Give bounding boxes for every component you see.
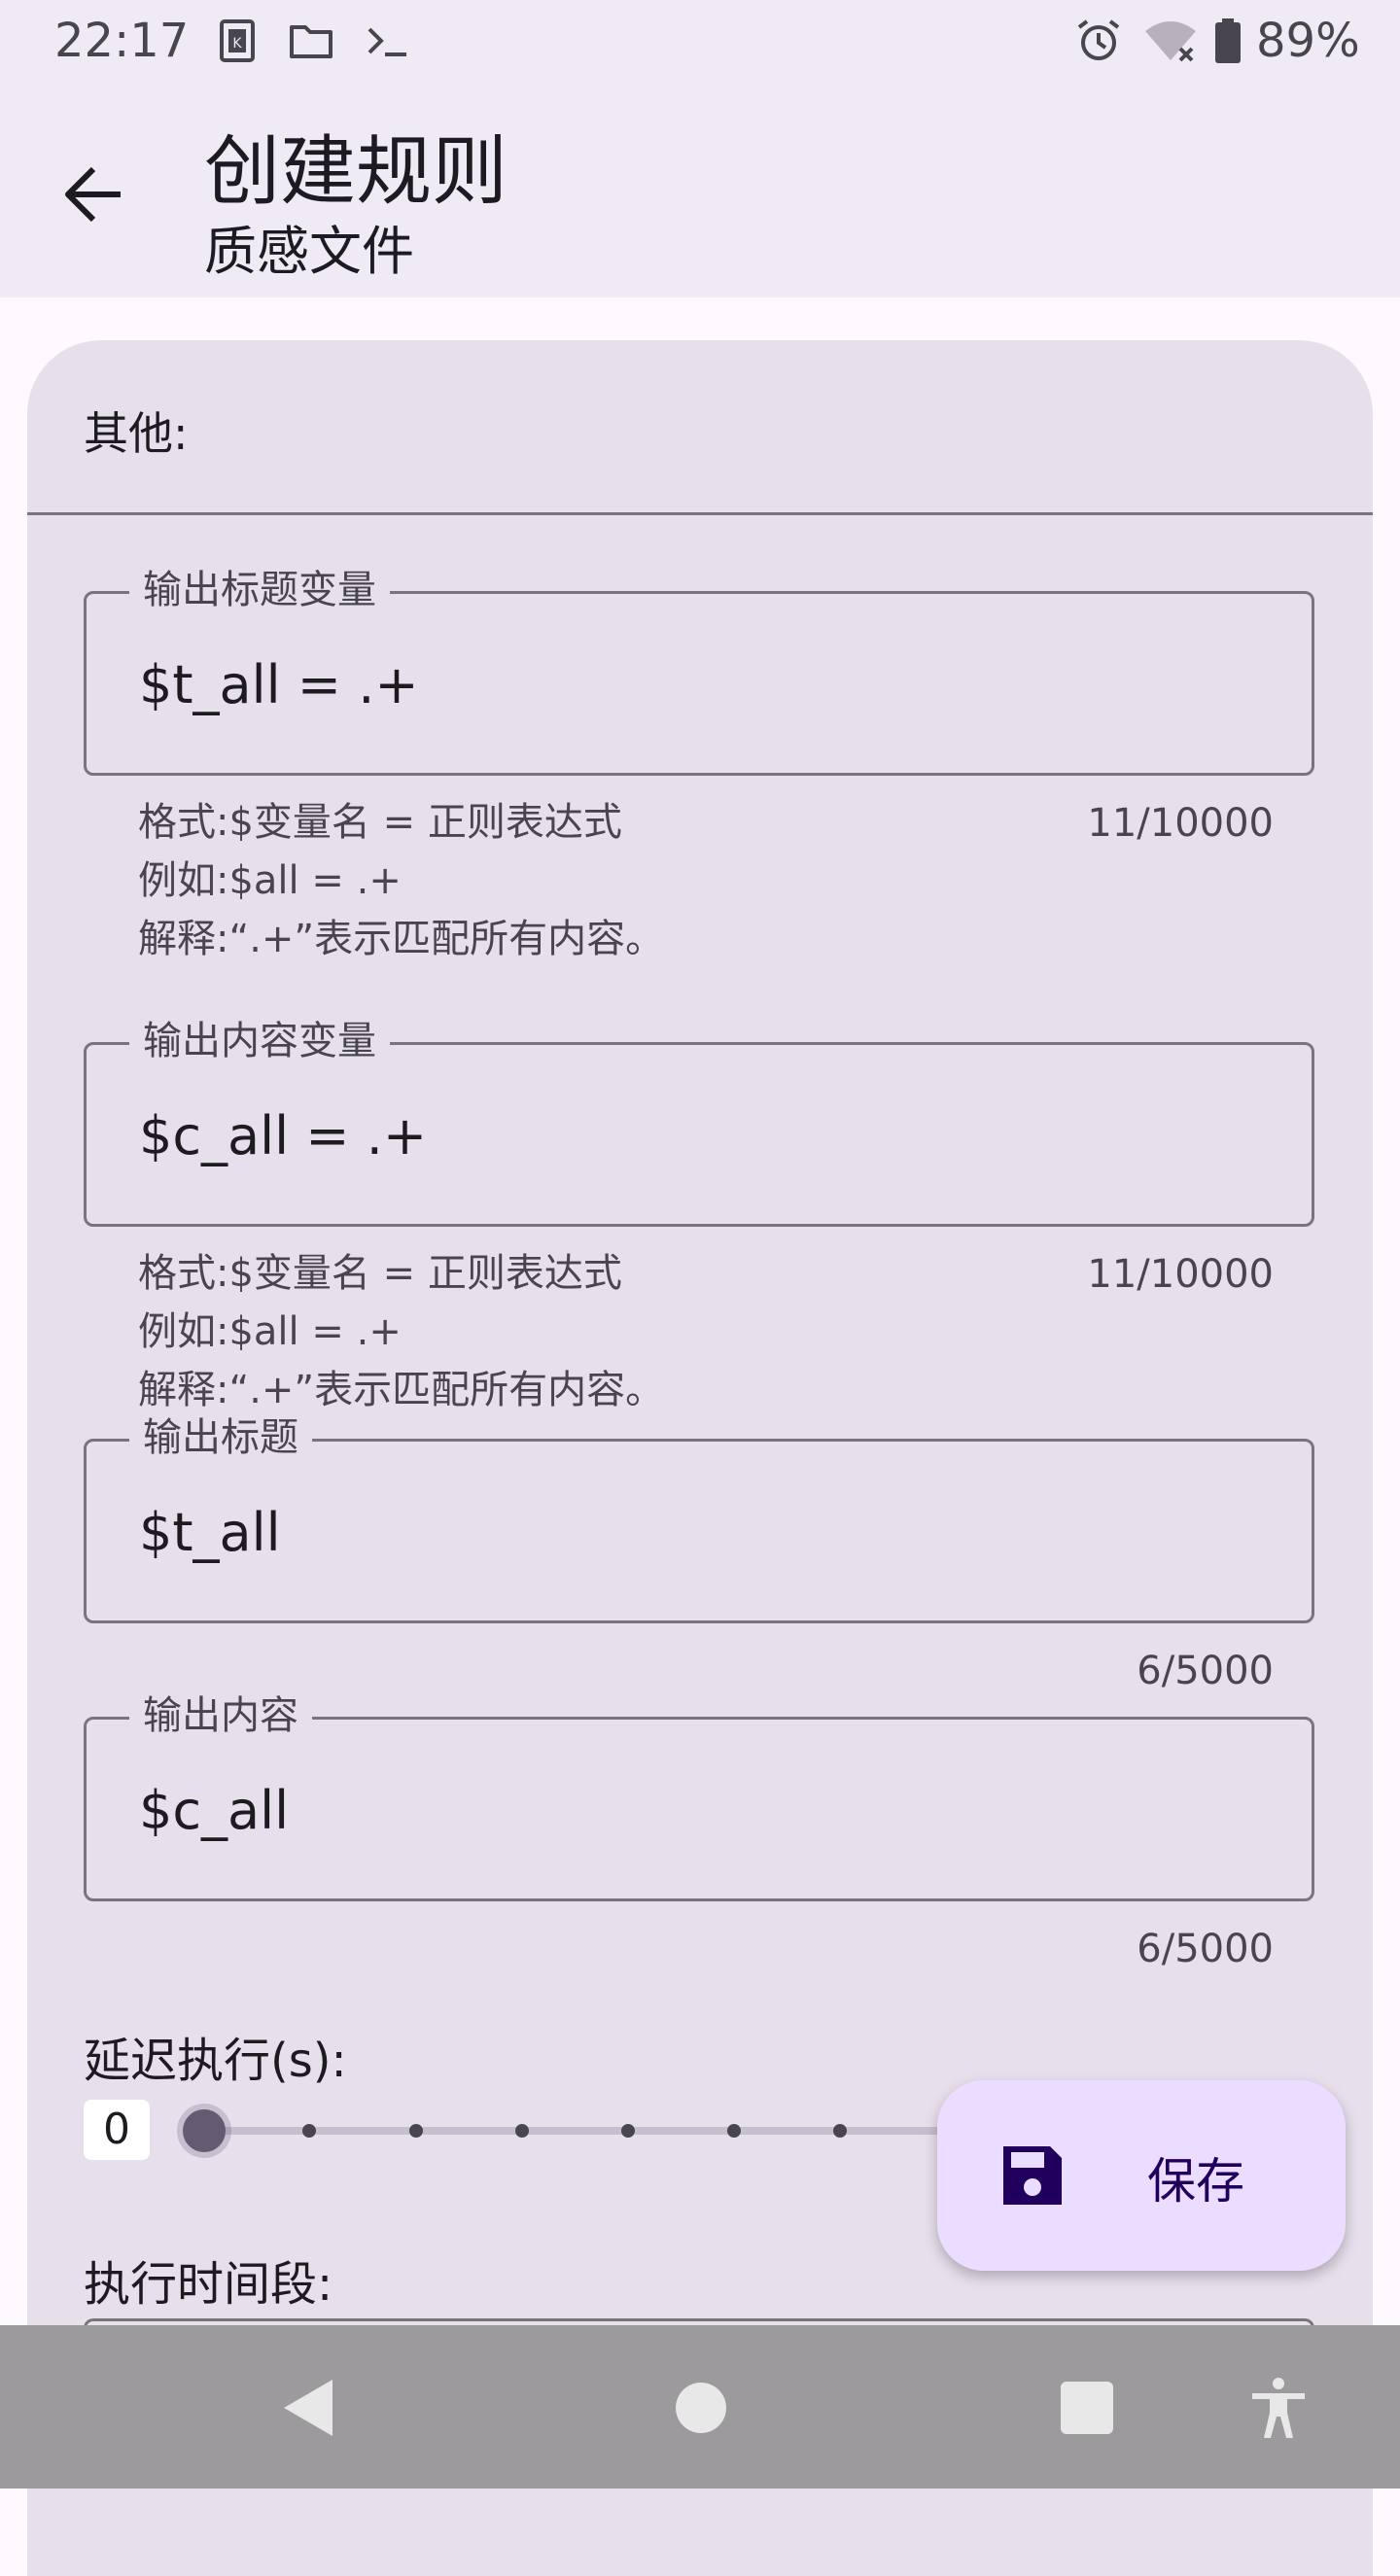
output-title-label: 输出标题	[129, 1412, 312, 1463]
status-time: 22:17	[54, 14, 190, 68]
battery-percent: 89%	[1256, 14, 1360, 68]
slider-tick	[409, 2124, 423, 2138]
output-content-counter: 6/5000	[1137, 1927, 1274, 1971]
delay-label: 延迟执行(s):	[84, 2034, 347, 2088]
content-variable-label: 输出内容变量	[129, 1016, 390, 1066]
content-variable-counter: 11/10000	[1087, 1252, 1274, 1297]
slider-tick	[621, 2124, 635, 2138]
output-content-label: 输出内容	[129, 1690, 312, 1741]
output-title-field[interactable]: 输出标题 $t_all	[84, 1412, 1314, 1623]
status-bar: 22:17 K 89%	[0, 0, 1400, 82]
save-label: 保存	[1147, 2153, 1244, 2210]
delay-value: 0	[84, 2100, 150, 2160]
nav-recents-icon[interactable]	[1053, 2374, 1121, 2442]
title-variable-field[interactable]: 输出标题变量 $t_all = .+	[84, 565, 1314, 776]
title-variable-label: 输出标题变量	[129, 565, 390, 615]
title-variable-helper: 格式:$变量名 = 正则表达式 例如:$all = .+ 解释:“.+”表示匹配…	[138, 793, 664, 968]
wifi-off-icon	[1145, 21, 1196, 62]
content-variable-input[interactable]: $c_all = .+	[139, 1105, 427, 1166]
svg-text:K: K	[232, 36, 242, 52]
battery-icon	[1215, 18, 1241, 63]
title-variable-input[interactable]: $t_all = .+	[139, 654, 419, 715]
save-button[interactable]: 保存	[937, 2080, 1346, 2271]
slider-tick	[515, 2124, 529, 2138]
page-subtitle: 质感文件	[204, 221, 414, 282]
nav-back-icon[interactable]	[276, 2374, 344, 2442]
save-icon	[1003, 2146, 1062, 2205]
helper-format: 格式:$变量名 = 正则表达式	[138, 1251, 622, 1296]
alarm-icon	[1077, 19, 1120, 60]
accessibility-icon[interactable]	[1244, 2374, 1312, 2442]
delay-slider-track[interactable]	[202, 2127, 980, 2135]
helper-explain: 解释:“.+”表示匹配所有内容。	[138, 1368, 665, 1412]
helper-example: 例如:$all = .+	[138, 1309, 402, 1354]
slider-tick	[833, 2124, 847, 2138]
divider	[27, 512, 1373, 515]
output-content-input[interactable]: $c_all	[139, 1780, 289, 1841]
folder-icon	[290, 25, 332, 58]
system-nav-bar	[0, 2325, 1400, 2489]
delay-slider-thumb[interactable]	[183, 2109, 226, 2152]
terminal-icon	[368, 27, 406, 56]
content-variable-field[interactable]: 输出内容变量 $c_all = .+	[84, 1016, 1314, 1227]
output-title-input[interactable]: $t_all	[139, 1502, 281, 1563]
title-variable-counter: 11/10000	[1087, 801, 1274, 846]
page-title: 创建规则	[204, 128, 508, 216]
output-title-counter: 6/5000	[1137, 1649, 1274, 1693]
helper-explain: 解释:“.+”表示匹配所有内容。	[138, 917, 665, 961]
content-variable-helper: 格式:$变量名 = 正则表达式 例如:$all = .+ 解释:“.+”表示匹配…	[138, 1244, 664, 1419]
output-content-field[interactable]: 输出内容 $c_all	[84, 1690, 1314, 1901]
arrow-back-icon[interactable]	[58, 157, 132, 231]
top-app-bar: 创建规则 质感文件	[0, 82, 1400, 297]
slider-tick	[302, 2124, 316, 2138]
nav-home-icon[interactable]	[667, 2374, 735, 2442]
slider-tick	[727, 2124, 741, 2138]
k-app-icon: K	[220, 19, 255, 62]
section-header: 其他:	[84, 407, 189, 460]
schedule-label: 执行时间段:	[84, 2257, 333, 2312]
helper-format: 格式:$变量名 = 正则表达式	[138, 800, 622, 845]
helper-example: 例如:$all = .+	[138, 858, 402, 903]
